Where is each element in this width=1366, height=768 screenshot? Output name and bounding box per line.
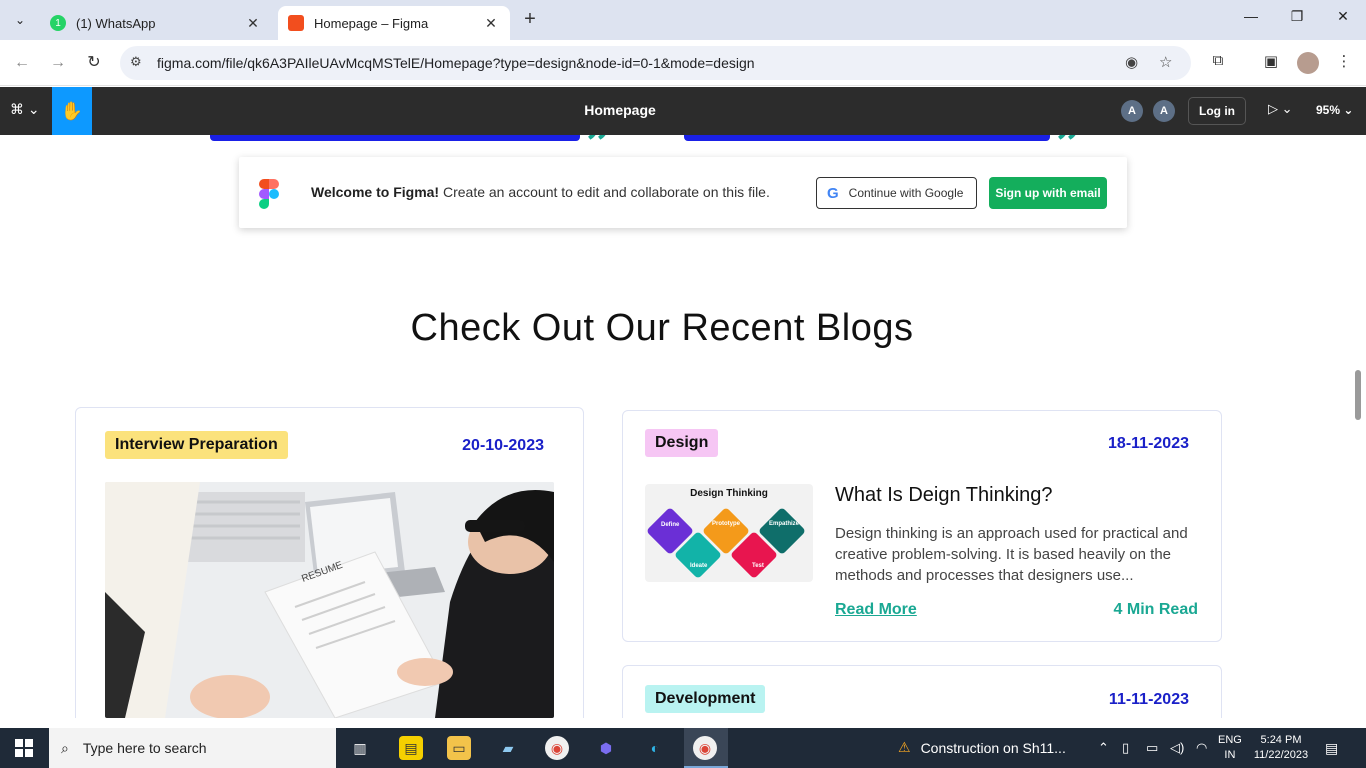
clock[interactable]: 5:24 PM 11/22/2023 xyxy=(1250,733,1312,763)
profile-avatar[interactable] xyxy=(1297,52,1319,74)
tab-search-icon[interactable]: ⌄ xyxy=(8,8,32,32)
post-date: 20-10-2023 xyxy=(462,437,544,454)
signup-email-button[interactable]: Sign up with email xyxy=(989,177,1107,209)
bookmark-star-icon[interactable]: ☆ xyxy=(1159,53,1172,71)
continue-with-google-button[interactable]: G Continue with Google xyxy=(816,177,977,209)
back-icon[interactable]: ← xyxy=(11,52,33,74)
diagram-label: Define xyxy=(661,522,680,528)
close-window-icon[interactable]: ✕ xyxy=(1328,8,1358,25)
construction-icon: ⚠ xyxy=(898,739,911,755)
region-code: IN xyxy=(1224,749,1236,761)
category-tag: Development xyxy=(645,685,766,713)
avatar[interactable]: A xyxy=(1153,100,1175,122)
new-tab-button[interactable]: + xyxy=(518,8,542,32)
diagram-label: Prototype xyxy=(712,521,741,527)
zoom-dropdown[interactable]: 95% ⌄ xyxy=(1316,103,1353,117)
figma-canvas[interactable]: ” ” Welcome to Figma! Create an account … xyxy=(0,135,1366,718)
battery-icon[interactable]: ▭ xyxy=(1146,740,1158,756)
file-title: Homepage xyxy=(584,102,656,118)
clock-date: 11/22/2023 xyxy=(1253,749,1309,761)
avatar[interactable]: A xyxy=(1121,100,1143,122)
tab-title: (1) WhatsApp xyxy=(76,15,156,31)
welcome-text: Create an account to edit and collaborat… xyxy=(439,184,770,200)
vertical-scrollbar[interactable] xyxy=(1355,370,1361,420)
chrome-icon[interactable]: ◉ xyxy=(545,736,569,760)
diagram-label: Ideate xyxy=(690,563,708,569)
welcome-bold: Welcome to Figma! xyxy=(311,184,440,200)
tab-title: Homepage – Figma xyxy=(314,15,429,31)
clock-time: 5:24 PM xyxy=(1260,734,1302,746)
close-tab-icon[interactable]: ✕ xyxy=(482,15,500,32)
post-title[interactable]: What Is Deign Thinking? xyxy=(835,484,1053,507)
menu-kebab-icon[interactable]: ⋮ xyxy=(1333,52,1355,70)
design-thinking-image: Design Thinking Define Prototype Empathi… xyxy=(645,484,813,582)
reload-icon[interactable]: ↻ xyxy=(83,52,105,74)
image-title: Design Thinking xyxy=(690,488,768,499)
section-heading: Check Out Our Recent Blogs xyxy=(410,307,914,349)
read-more-link[interactable]: Read More xyxy=(835,601,917,619)
chrome-icon: ◉ xyxy=(693,736,717,760)
url-text: figma.com/file/qk6A3PAIleUAvMcqMSTelE/Ho… xyxy=(157,55,755,71)
extensions-icon[interactable]: ⧉ xyxy=(1207,52,1229,69)
read-time: 4 Min Read xyxy=(1113,601,1198,618)
wifi-icon[interactable]: ◠ xyxy=(1196,740,1207,756)
category-tag: Interview Preparation xyxy=(105,431,288,459)
search-placeholder: Type here to search xyxy=(82,740,207,756)
diagram-label: Test xyxy=(752,563,764,569)
windows-start-icon[interactable] xyxy=(15,739,33,757)
zoom-value: 95% xyxy=(1316,103,1341,117)
network-icon[interactable]: ▯ xyxy=(1122,740,1129,756)
close-tab-icon[interactable]: ✕ xyxy=(244,15,262,32)
app-hex-icon[interactable]: ⬢ xyxy=(594,736,618,760)
welcome-banner: Welcome to Figma! Create an account to e… xyxy=(239,157,1127,228)
active-chrome-task[interactable]: ◉ xyxy=(684,728,728,768)
blog-card[interactable]: Design 18-11-2023 Design Thinking Define… xyxy=(622,410,1222,642)
eye-off-icon[interactable]: ◉ xyxy=(1125,53,1138,71)
diagram-label: Empathize xyxy=(769,521,800,527)
category-tag: Design xyxy=(645,429,719,457)
minimize-icon[interactable]: — xyxy=(1236,8,1266,24)
sticky-notes-icon[interactable]: ▤ xyxy=(399,736,423,760)
google-icon: G xyxy=(827,184,839,202)
file-explorer-icon[interactable]: ▭ xyxy=(447,736,471,760)
sidepanel-icon[interactable]: ▣ xyxy=(1260,52,1282,70)
present-play-icon[interactable]: ▷ ⌄ xyxy=(1268,101,1293,117)
decorative-line xyxy=(684,135,1050,141)
post-date: 18-11-2023 xyxy=(1108,435,1189,452)
google-label: Continue with Google xyxy=(848,186,964,200)
site-info-icon[interactable]: ⚙ xyxy=(130,54,142,70)
blog-photo: RESUME xyxy=(105,482,554,718)
forward-icon[interactable]: → xyxy=(47,52,69,74)
restore-icon[interactable]: ❐ xyxy=(1282,8,1312,25)
notification-text: Construction on Sh11... xyxy=(920,739,1066,756)
browser-tabbar: ⌄ 1 (1) WhatsApp ✕ Homepage – Figma ✕ + … xyxy=(0,0,1366,40)
notification-center-icon[interactable]: ▤ xyxy=(1325,740,1338,757)
address-toolbar: ← → ↻ ⚙ figma.com/file/qk6A3PAIleUAvMcqM… xyxy=(0,40,1366,86)
windows-taskbar: ⌕ Type here to search ▥ ▤ ▭ ▰ ◉ ⬢ ◐ ◉ ⚠ … xyxy=(0,728,1366,768)
figma-toolbar: ⌘ ⌄ ✋ Homepage A A Log in ▷ ⌄ 95% ⌄ xyxy=(0,87,1366,135)
tab-figma[interactable]: Homepage – Figma ✕ xyxy=(278,6,510,40)
url-bar[interactable]: ⚙ figma.com/file/qk6A3PAIleUAvMcqMSTelE/… xyxy=(120,46,1191,80)
lang-code: ENG xyxy=(1218,734,1242,746)
whatsapp-icon: 1 xyxy=(50,15,66,31)
weather-notification[interactable]: ⚠ Construction on Sh11... xyxy=(898,739,1066,756)
volume-icon[interactable]: ◁) xyxy=(1170,740,1184,756)
tab-whatsapp[interactable]: 1 (1) WhatsApp ✕ xyxy=(40,6,272,40)
search-icon: ⌕ xyxy=(61,739,69,756)
post-date: 11-11-2023 xyxy=(1108,691,1189,708)
tray-chevron-icon[interactable]: ⌃ xyxy=(1098,740,1109,756)
blog-card[interactable]: Interview Preparation 20-10-2023 RESUME xyxy=(75,407,584,718)
figma-icon xyxy=(288,15,304,31)
figma-logo-icon xyxy=(259,179,279,209)
task-view-icon[interactable]: ▥ xyxy=(348,736,372,760)
login-button[interactable]: Log in xyxy=(1188,97,1246,125)
decorative-line xyxy=(210,135,580,141)
notepad-app-icon[interactable]: ▰ xyxy=(496,736,520,760)
blog-card[interactable]: Development 11-11-2023 xyxy=(622,665,1222,718)
language-indicator[interactable]: ENG IN xyxy=(1218,733,1242,763)
welcome-message: Welcome to Figma! Create an account to e… xyxy=(311,184,770,200)
edge-icon[interactable]: ◐ xyxy=(643,736,667,760)
taskbar-search[interactable]: ⌕ Type here to search xyxy=(49,728,336,768)
post-description: Design thinking is an approach used for … xyxy=(835,525,1188,584)
